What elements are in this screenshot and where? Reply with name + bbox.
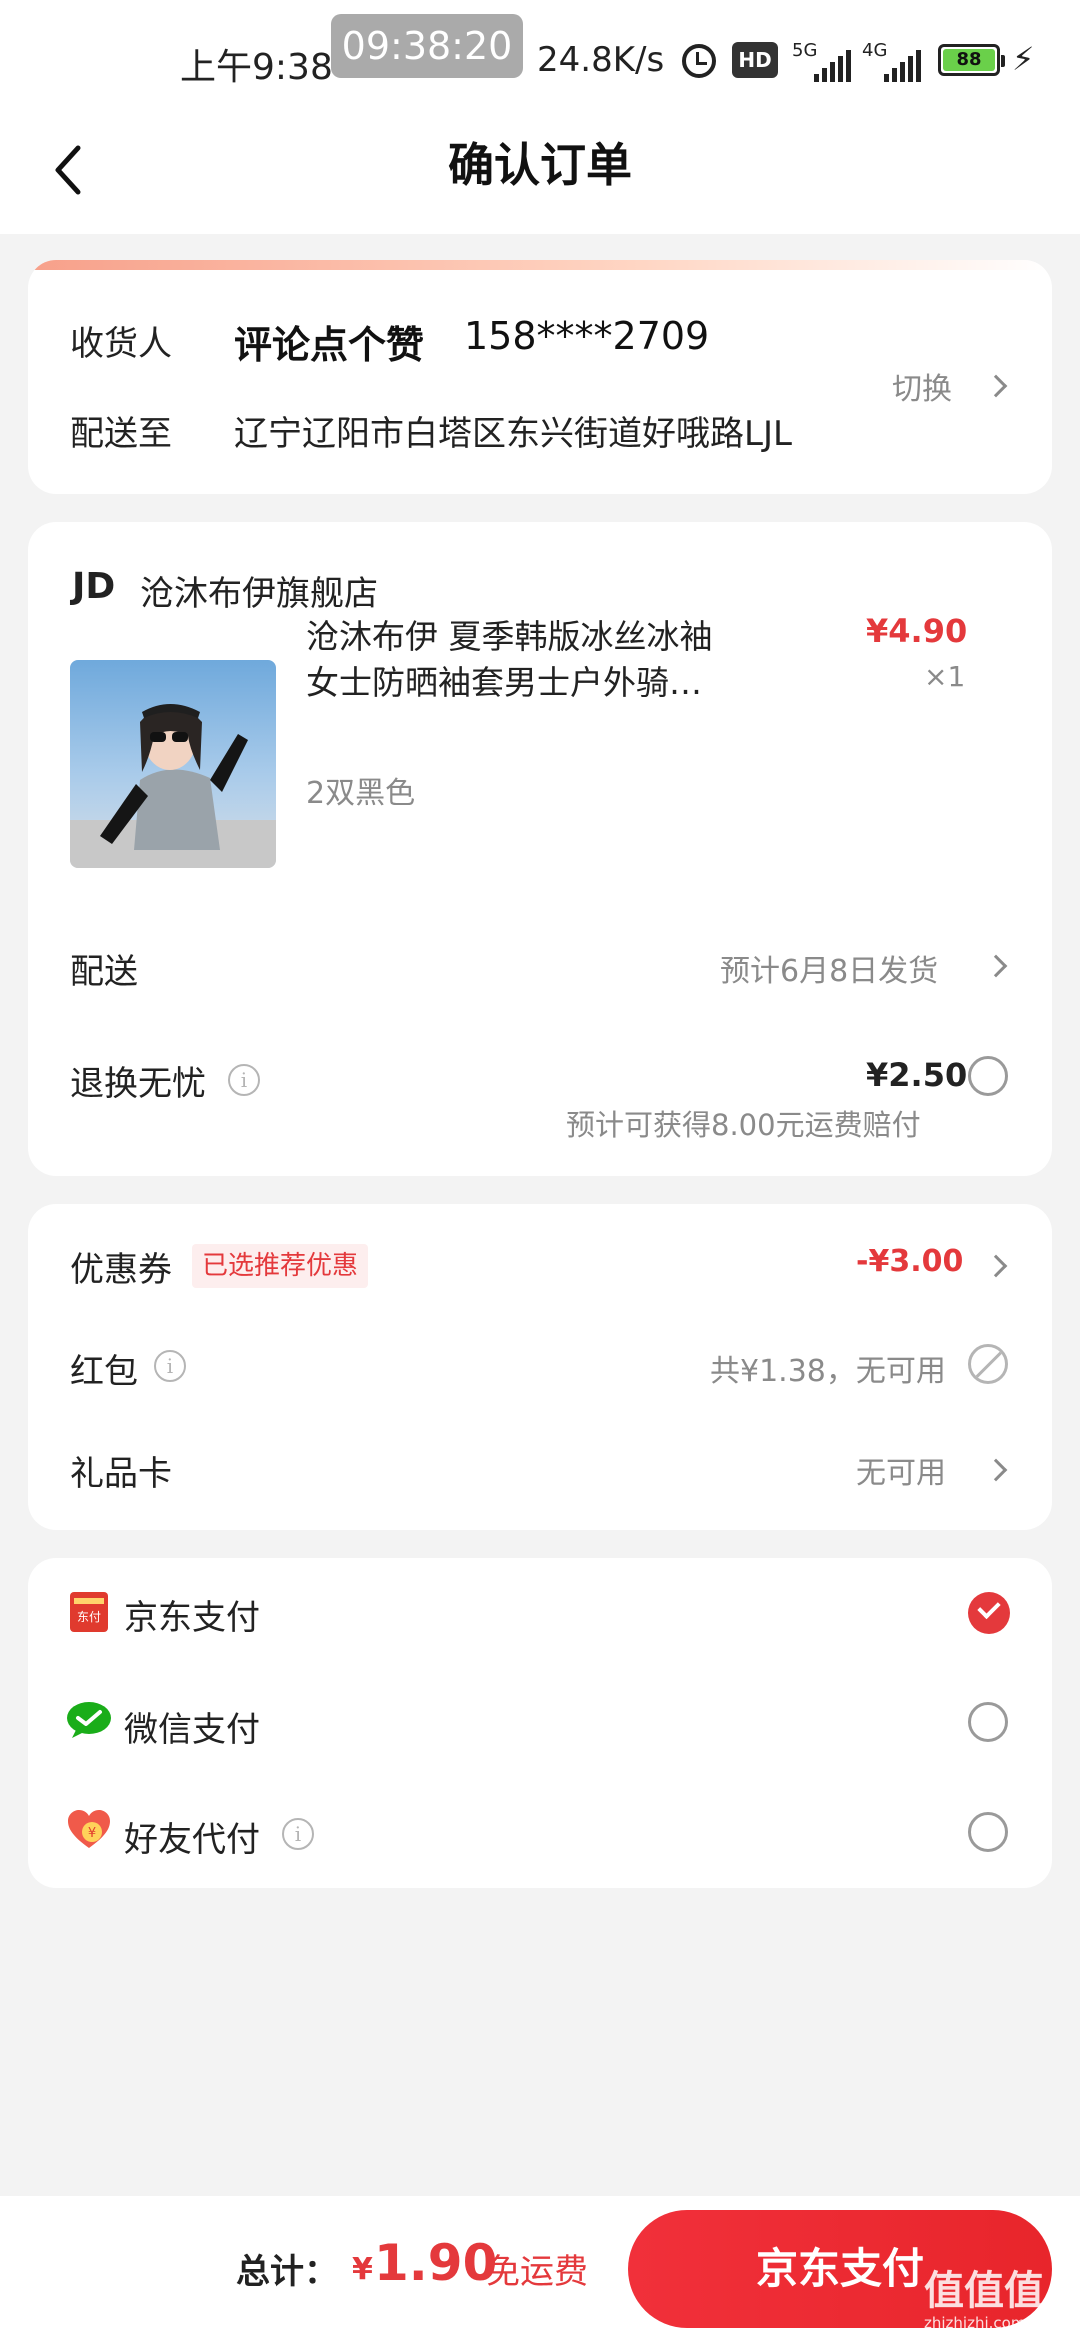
wechat-pay-label: 微信支付: [124, 1710, 260, 1750]
return-insurance-note: 预计可获得8.00元运费赔付: [566, 1108, 921, 1142]
store-name[interactable]: 沧沐布伊旗舰店: [140, 566, 378, 615]
checkout-bar: 总计： ¥ 1.90 免运费 京东支付: [0, 2196, 1080, 2340]
wechat-pay-radio[interactable]: [968, 1702, 1008, 1742]
product-card: JD 沧沐布伊旗舰店 沧沐布伊 夏季韩版冰丝冰袖 女士防晒袖套男士户外骑… ¥4…: [28, 522, 1052, 1176]
info-icon[interactable]: i: [228, 1064, 260, 1096]
red-packet-value: 共¥1.38，无可用: [710, 1354, 946, 1389]
total-currency: ¥: [352, 2252, 373, 2287]
return-insurance-label: 退换无忧: [70, 1064, 206, 1104]
battery-level: 88: [943, 49, 995, 71]
total-amount: 1.90: [374, 2234, 498, 2292]
nav-bar: 确认订单: [0, 110, 1080, 234]
disabled-icon: [968, 1344, 1008, 1384]
status-time: 上午9:38: [180, 47, 333, 88]
friend-pay-radio[interactable]: [968, 1812, 1008, 1852]
payment-method-card: 东付 京东支付 微信支付 ¥ 好友代付 i: [28, 1558, 1052, 1888]
jd-store-logo: JD: [72, 566, 116, 607]
gift-card-row[interactable]: 礼品卡 无可用: [28, 1416, 1052, 1516]
jd-pay-icon: 东付: [70, 1592, 108, 1632]
product-quantity: ×1: [924, 660, 966, 693]
checked-radio-icon[interactable]: [968, 1592, 1010, 1634]
charging-bolt-icon: ⚡: [1012, 40, 1035, 78]
chevron-right-icon: [984, 374, 1008, 398]
signal-4g-icon: 4G: [862, 40, 926, 84]
payment-option-friend-pay[interactable]: ¥ 好友代付 i: [28, 1778, 1052, 1888]
red-packet-row[interactable]: 红包 i 共¥1.38，无可用: [28, 1312, 1052, 1412]
delivery-row[interactable]: 配送 预计6月8日发货: [28, 922, 1052, 1012]
info-icon[interactable]: i: [282, 1818, 314, 1850]
switch-address-button[interactable]: 切换: [892, 364, 952, 408]
screen-recording-timer: 09:38:20: [331, 14, 523, 78]
total-label: 总计：: [236, 2252, 338, 2292]
chevron-right-icon: [984, 1254, 1008, 1278]
watermark-url: zhizhizhi.com: [924, 2314, 1026, 2332]
friend-pay-heart-icon: ¥: [68, 1810, 110, 1850]
svg-text:¥: ¥: [88, 1826, 96, 1841]
return-insurance-price: ¥2.50: [866, 1056, 968, 1094]
coupon-recommended-tag: 已选推荐优惠: [192, 1244, 369, 1288]
payment-option-jd-pay[interactable]: 东付 京东支付: [28, 1558, 1052, 1668]
red-packet-label: 红包: [70, 1352, 138, 1392]
jd-pay-label: 京东支付: [124, 1598, 260, 1638]
free-shipping-note: 免运费: [486, 2252, 588, 2292]
product-spec: 2双黑色: [306, 776, 416, 811]
coupon-label: 优惠券: [70, 1250, 172, 1290]
network-speed: 24.8K/s: [537, 40, 665, 80]
watermark-logo: 值值值: [924, 2268, 1044, 2314]
product-title-line1[interactable]: 沧沐布伊 夏季韩版冰丝冰袖: [306, 610, 713, 658]
receiver-phone: 158****2709: [464, 314, 710, 358]
return-insurance-radio[interactable]: [968, 1056, 1008, 1096]
battery-icon: 88: [938, 44, 1005, 76]
receiver-name: 评论点个赞: [234, 323, 425, 367]
alarm-icon: [682, 44, 716, 78]
chevron-right-icon: [984, 954, 1008, 978]
gift-card-label: 礼品卡: [70, 1454, 172, 1494]
coupon-value: -¥3.00: [856, 1244, 964, 1279]
shipping-address: 辽宁辽阳市白塔区东兴街道好哦路LJL: [234, 414, 792, 454]
receiver-label: 收货人: [70, 324, 172, 364]
product-price: ¥4.90: [866, 612, 968, 650]
delivery-label: 配送: [70, 952, 138, 992]
friend-pay-label: 好友代付: [124, 1820, 260, 1860]
signal-5g-icon: 5G: [792, 40, 856, 84]
back-arrow-icon[interactable]: [44, 140, 104, 200]
page-title: 确认订单: [448, 138, 632, 192]
return-insurance-row[interactable]: 退换无忧 i ¥2.50 预计可获得8.00元运费赔付: [28, 1034, 1052, 1164]
site-watermark: 值值值 zhizhizhi.com: [924, 2258, 1074, 2334]
info-icon[interactable]: i: [154, 1350, 186, 1382]
address-card-top-border: [28, 260, 1052, 270]
gift-card-value: 无可用: [856, 1456, 946, 1491]
chevron-right-icon: [984, 1458, 1008, 1482]
coupon-row[interactable]: 优惠券 已选推荐优惠 -¥3.00: [28, 1204, 1052, 1314]
status-bar: 上午9:38 09:38:20 24.8K/s HD 5G 4G 88 ⚡: [0, 0, 1080, 110]
product-image[interactable]: [70, 660, 276, 868]
ship-to-label: 配送至: [70, 414, 172, 454]
payment-option-wechat-pay[interactable]: 微信支付: [28, 1668, 1052, 1778]
wechat-pay-icon: [66, 1700, 112, 1740]
product-title-line2[interactable]: 女士防晒袖套男士户外骑…: [306, 656, 702, 704]
hd-voice-icon: HD: [732, 42, 778, 78]
address-card[interactable]: 收货人 评论点个赞 158****2709 配送至 辽宁辽阳市白塔区东兴街道好哦…: [28, 260, 1052, 494]
delivery-estimate: 预计6月8日发货: [720, 954, 939, 989]
discount-card: 优惠券 已选推荐优惠 -¥3.00 红包 i 共¥1.38，无可用 礼品卡 无可…: [28, 1204, 1052, 1530]
